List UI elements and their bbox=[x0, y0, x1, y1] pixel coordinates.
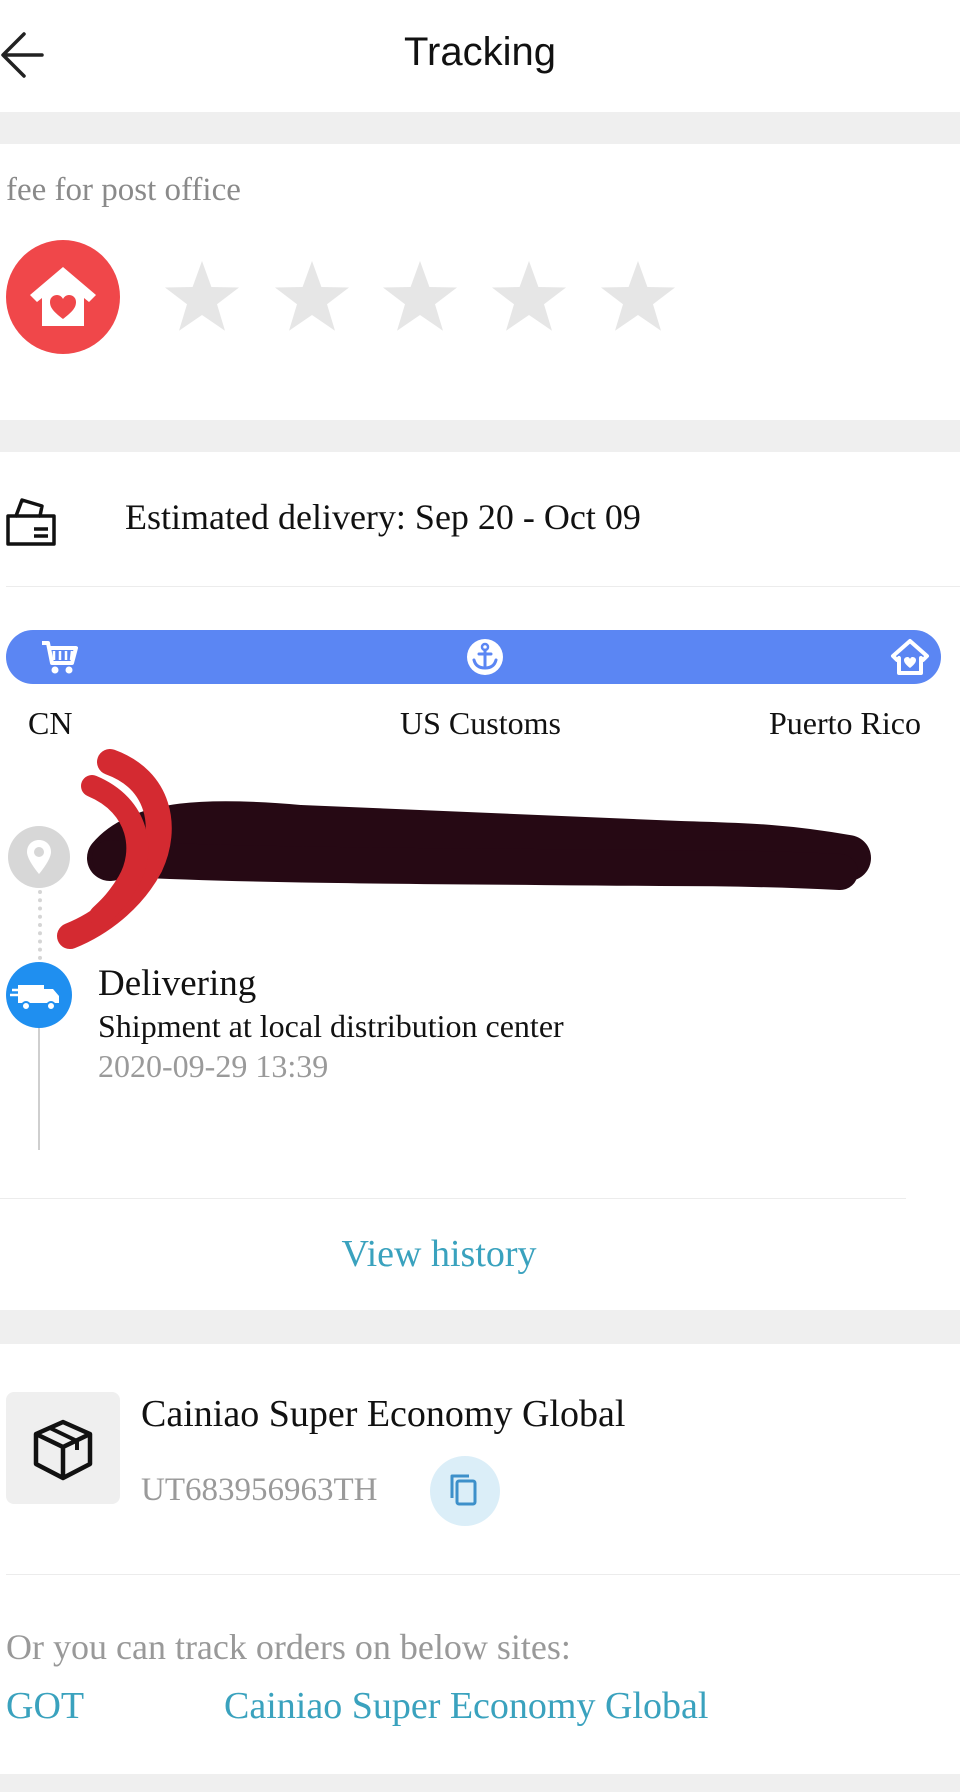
timeline-connector bbox=[38, 1025, 40, 1150]
route-stop-destination: Puerto Rico bbox=[769, 705, 921, 741]
house-icon bbox=[890, 638, 930, 681]
star-5[interactable] bbox=[596, 256, 680, 340]
copy-icon bbox=[450, 1474, 477, 1506]
house-heart-icon bbox=[6, 240, 120, 354]
copy-button[interactable] bbox=[430, 1456, 500, 1526]
event-timestamp: 2020-09-29 13:39 bbox=[98, 1048, 329, 1084]
star-4[interactable] bbox=[487, 256, 571, 340]
carrier-name: Cainiao Super Economy Global bbox=[141, 1393, 626, 1435]
section-gap bbox=[0, 1310, 960, 1344]
delivery-truck-icon bbox=[6, 962, 72, 1028]
divider bbox=[0, 1198, 906, 1199]
star-3[interactable] bbox=[378, 256, 462, 340]
rating-label: fee for post office bbox=[6, 172, 241, 208]
star-icon bbox=[275, 261, 349, 331]
star-icon bbox=[601, 261, 675, 331]
redaction-scribble bbox=[40, 740, 880, 960]
page-title: Tracking bbox=[404, 30, 556, 74]
star-1[interactable] bbox=[160, 256, 244, 340]
section-gap bbox=[0, 112, 960, 144]
anchor-icon bbox=[466, 638, 504, 681]
view-history-link[interactable]: View history bbox=[0, 1232, 878, 1276]
star-icon bbox=[492, 261, 566, 331]
site-link-cainiao[interactable]: Cainiao Super Economy Global bbox=[224, 1684, 708, 1728]
event-description: Shipment at local distribution center bbox=[98, 1008, 564, 1044]
route-stop-customs: US Customs bbox=[400, 705, 561, 741]
star-icon bbox=[383, 261, 457, 331]
estimated-delivery: Estimated delivery: Sep 20 - Oct 09 bbox=[125, 497, 641, 537]
star-icon bbox=[165, 261, 239, 331]
section-gap bbox=[0, 1774, 960, 1792]
event-status: Delivering bbox=[98, 963, 257, 1004]
route-stop-origin: CN bbox=[28, 705, 73, 741]
tracking-number: UT683956963TH bbox=[141, 1472, 378, 1508]
alternative-sites-label: Or you can track orders on below sites: bbox=[6, 1627, 571, 1667]
site-link-got[interactable]: GOT bbox=[6, 1684, 84, 1728]
star-2[interactable] bbox=[270, 256, 354, 340]
divider bbox=[6, 586, 960, 587]
truck-outline-icon bbox=[4, 496, 58, 548]
divider bbox=[6, 1574, 960, 1575]
app-header: Tracking bbox=[0, 0, 960, 112]
package-box-icon bbox=[6, 1392, 120, 1504]
section-gap bbox=[0, 420, 960, 452]
cart-icon bbox=[40, 639, 80, 680]
